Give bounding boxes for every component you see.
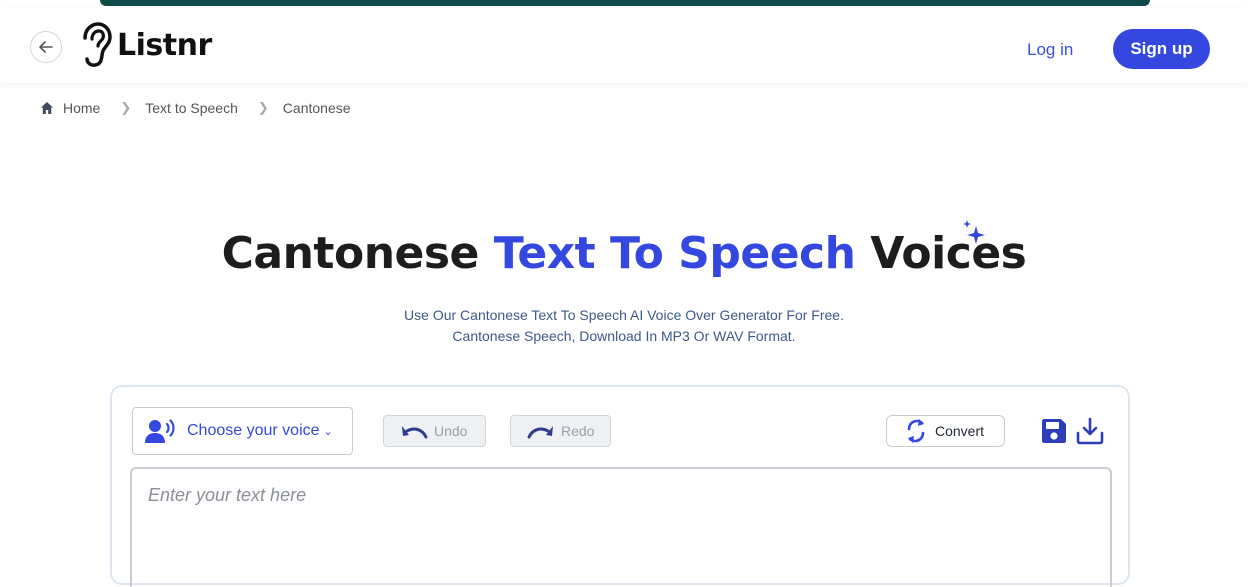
- chevron-right-icon: ❯: [120, 100, 132, 115]
- undo-label: Undo: [434, 423, 468, 439]
- home-icon: [41, 102, 53, 114]
- voice-select-label: Choose your voice: [187, 422, 320, 439]
- voice-select[interactable]: Choose your voice ⌄: [132, 407, 353, 455]
- ear-icon: [83, 22, 112, 67]
- top-accent-bar: [100, 0, 1150, 6]
- redo-button[interactable]: Redo: [510, 415, 611, 447]
- redo-icon: [527, 426, 553, 439]
- signup-button[interactable]: Sign up: [1113, 29, 1210, 69]
- save-icon[interactable]: [1040, 417, 1068, 445]
- undo-button[interactable]: Undo: [383, 415, 486, 447]
- breadcrumb-home-label: Home: [63, 100, 101, 116]
- top-accent-strip: [0, 0, 1248, 8]
- tts-editor: Choose your voice ⌄ Undo Redo Convert En…: [110, 385, 1130, 587]
- chevron-right-icon: ❯: [257, 100, 269, 115]
- sparkle-icon: [963, 220, 985, 244]
- logo[interactable]: Listnr: [79, 22, 212, 68]
- title-start: Cantonese: [221, 228, 494, 279]
- convert-label: Convert: [935, 423, 985, 439]
- breadcrumb: Home ❯ Text to Speech ❯ Cantonese: [40, 100, 351, 116]
- subtitle-line-2: Cantonese Speech, Download In MP3 Or WAV…: [452, 328, 796, 344]
- download-icon[interactable]: [1075, 416, 1105, 446]
- site-header: Listnr Log in Sign up: [0, 8, 1248, 83]
- breadcrumb-tts[interactable]: Text to Speech: [145, 100, 238, 116]
- arrow-left-icon: [39, 41, 53, 53]
- chevron-down-icon: ⌄: [323, 425, 333, 438]
- undo-icon: [402, 426, 428, 439]
- logo-text: Listnr: [117, 27, 212, 63]
- voice-speaker-icon: [145, 419, 175, 443]
- breadcrumb-home[interactable]: Home: [40, 100, 100, 116]
- refresh-icon: [907, 419, 925, 443]
- breadcrumb-current: Cantonese: [282, 100, 351, 116]
- page-subtitle: Use Our Cantonese Text To Speech AI Voic…: [0, 305, 1248, 347]
- redo-label: Redo: [561, 423, 595, 439]
- page-title: Cantonese Text To Speech Voices: [0, 228, 1248, 279]
- text-input-placeholder: Enter your text here: [148, 485, 307, 505]
- text-input[interactable]: Enter your text here: [130, 467, 1112, 587]
- subtitle-line-1: Use Our Cantonese Text To Speech AI Voic…: [404, 307, 844, 323]
- back-button[interactable]: [30, 31, 62, 63]
- title-accent: Text To Speech: [493, 228, 856, 279]
- login-link[interactable]: Log in: [1027, 40, 1073, 60]
- convert-button[interactable]: Convert: [886, 415, 1005, 447]
- title-end: Voices: [855, 228, 1027, 279]
